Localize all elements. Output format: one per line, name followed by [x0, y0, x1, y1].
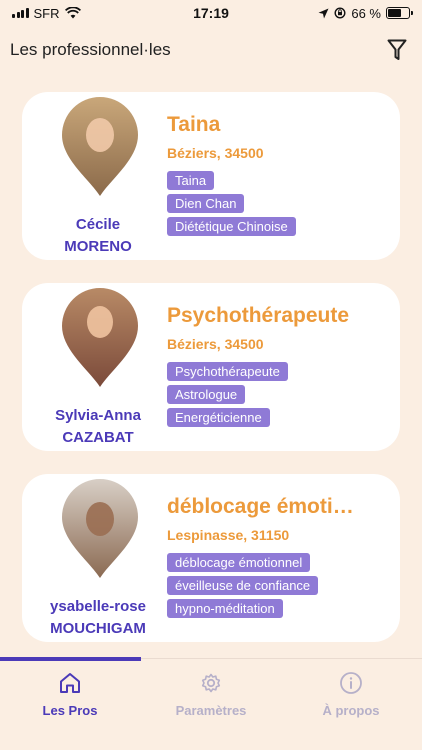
pro-title: Taina [167, 113, 221, 136]
orientation-lock-icon [334, 7, 346, 19]
pro-left: Sylvia-Anna CAZABAT [34, 283, 162, 451]
pro-first-name: Cécile [75, 216, 121, 233]
profile-photo [62, 479, 138, 578]
tab-a-propos[interactable]: À propos [281, 671, 421, 718]
tab-label: Les Pros [42, 703, 98, 718]
pro-tags: Taina Dien Chan Diététique Chinoise [167, 171, 392, 236]
profile-photo [62, 97, 138, 196]
filter-icon [387, 39, 407, 60]
tag: Taina [167, 171, 215, 190]
pro-title: Psychothérapeute [167, 304, 350, 327]
tab-bar: Les Pros Paramètres À propos [0, 657, 422, 750]
header: Les professionnel·les [0, 36, 422, 64]
pro-last-name: MORENO [64, 238, 132, 255]
pro-city: Lespinasse, 31150 [167, 527, 290, 543]
gear-icon [201, 673, 221, 693]
tag: Diététique Chinoise [167, 217, 296, 236]
pro-tags: déblocage émotionnel éveilleuse de confi… [167, 553, 392, 618]
signal-icon [12, 8, 29, 18]
battery-fill [388, 9, 402, 17]
tag: éveilleuse de confiance [167, 576, 319, 595]
pro-left: ysabelle-rose MOUCHIGAM [34, 474, 162, 642]
pro-city: Béziers, 34500 [167, 336, 264, 352]
pro-tags: Psychothérapeute Astrologue Energéticien… [167, 362, 392, 427]
tab-label: Paramètres [175, 703, 247, 718]
pro-first-name: ysabelle-rose [50, 598, 146, 615]
pro-right: Taina Béziers, 34500 Taina Dien Chan Dié… [167, 112, 392, 236]
tag: hypno-méditation [167, 599, 283, 618]
wifi-icon [64, 7, 81, 19]
tag: Astrologue [167, 385, 246, 404]
pro-name: ysabelle-rose MOUCHIGAM [34, 596, 162, 640]
tab-label: À propos [322, 703, 380, 718]
page-title: Les professionnel·les [10, 40, 171, 59]
pro-card[interactable]: Sylvia-Anna CAZABAT Psychothérapeute Béz… [22, 283, 400, 451]
pro-first-name: Sylvia-Anna [55, 407, 141, 424]
pro-title: déblocage émoti… [167, 495, 354, 518]
pro-last-name: MOUCHIGAM [50, 620, 146, 637]
status-time: 17:19 [193, 5, 229, 21]
pro-right: déblocage émoti… Lespinasse, 31150 déblo… [167, 494, 392, 618]
profile-photo [62, 288, 138, 387]
battery-icon [386, 7, 413, 19]
status-bar: SFR 17:19 66 % [0, 0, 422, 26]
pro-last-name: CAZABAT [62, 429, 134, 446]
status-left: SFR [12, 6, 81, 21]
professionals-list: Cécile MORENO Taina Béziers, 34500 Taina… [22, 92, 400, 665]
status-right: 66 % [318, 5, 413, 21]
tag: Dien Chan [167, 194, 245, 213]
tab-parametres[interactable]: Paramètres [141, 671, 281, 718]
tag: déblocage émotionnel [167, 553, 311, 572]
location-icon [318, 8, 329, 18]
pro-name: Sylvia-Anna CAZABAT [34, 405, 162, 449]
carrier-label: SFR [33, 5, 60, 21]
pro-right: Psychothérapeute Béziers, 34500 Psychoth… [167, 303, 392, 427]
pro-name: Cécile MORENO [34, 214, 162, 258]
tag: Energéticienne [167, 408, 270, 427]
pro-card[interactable]: ysabelle-rose MOUCHIGAM déblocage émoti…… [22, 474, 400, 642]
tag: Psychothérapeute [167, 362, 288, 381]
filter-button[interactable] [384, 37, 410, 63]
pro-card[interactable]: Cécile MORENO Taina Béziers, 34500 Taina… [22, 92, 400, 260]
home-icon [60, 673, 80, 693]
info-icon [340, 672, 362, 694]
pro-left: Cécile MORENO [34, 92, 162, 260]
tab-les-pros[interactable]: Les Pros [0, 671, 140, 718]
pro-city: Béziers, 34500 [167, 145, 264, 161]
battery-percent: 66 % [351, 5, 381, 21]
active-tab-indicator [0, 657, 141, 661]
